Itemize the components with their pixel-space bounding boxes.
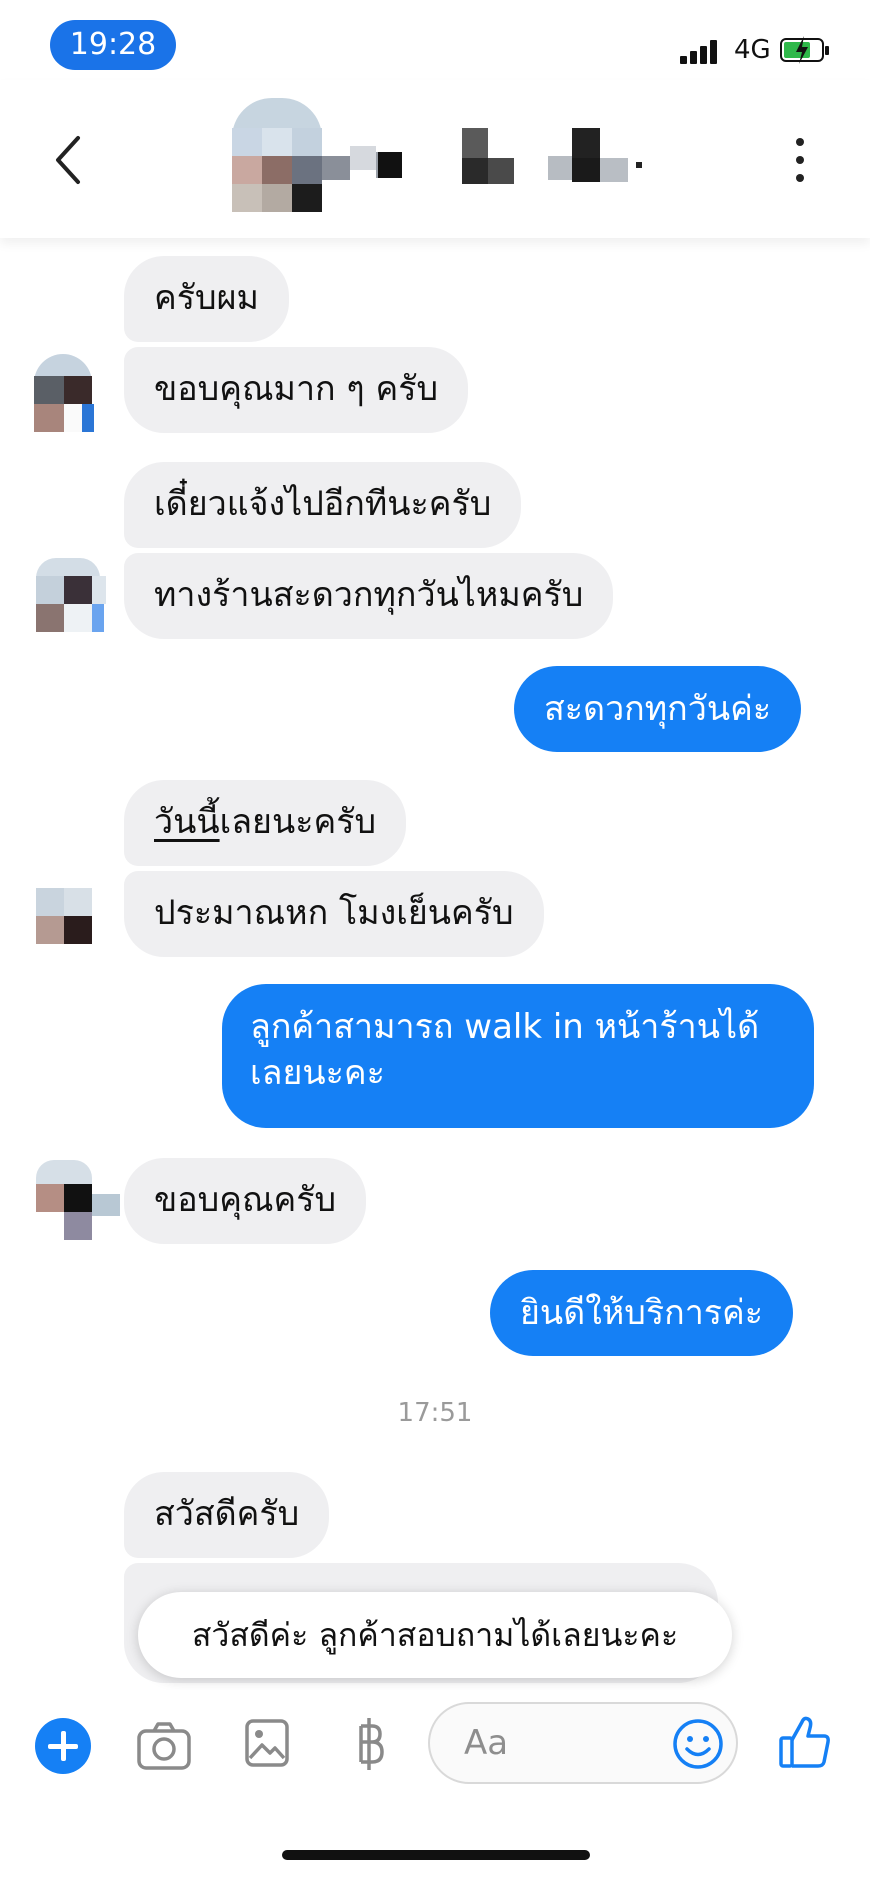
sender-avatar[interactable] <box>28 354 98 434</box>
battery-icon <box>780 36 829 64</box>
message-timestamp: 17:51 <box>397 1398 473 1428</box>
sender-avatar[interactable] <box>36 1160 120 1240</box>
incoming-message[interactable]: ประมาณหก โมงเย็นครับ <box>124 871 544 957</box>
camera-icon[interactable] <box>136 1720 192 1772</box>
chevron-left-icon[interactable] <box>48 130 88 190</box>
outgoing-message[interactable]: ยินดีให้บริการค่ะ <box>490 1270 794 1356</box>
quick-reply-suggestion[interactable]: สวัสดีค่ะ ลูกค้าสอบถามได้เลยนะคะ <box>138 1592 732 1678</box>
more-vertical-icon[interactable] <box>790 132 810 188</box>
sender-avatar[interactable] <box>36 558 106 638</box>
network-type: 4G <box>734 35 771 65</box>
home-indicator <box>282 1850 590 1860</box>
plus-icon[interactable] <box>35 1718 91 1774</box>
signal-icon <box>680 38 724 64</box>
thumbs-up-icon[interactable] <box>778 1714 832 1770</box>
chat-header <box>0 80 870 238</box>
incoming-message[interactable]: สวัสดีครับ <box>124 1472 330 1558</box>
image-icon[interactable] <box>244 1718 290 1768</box>
incoming-message[interactable]: เดี๋ยวแจ้งไปอีกทีนะครับ <box>124 462 522 548</box>
incoming-message[interactable]: ทางร้านสะดวกทุกวันไหมครับ <box>124 553 614 639</box>
outgoing-message[interactable]: ลูกค้าสามารถ walk in หน้าร้านได้เลยนะคะ <box>222 984 814 1128</box>
outgoing-message[interactable]: สะดวกทุกวันค่ะ <box>514 666 802 752</box>
underlined-word: วันนี้ <box>154 802 220 842</box>
incoming-message[interactable]: ครับผม <box>124 256 289 342</box>
message-input[interactable]: Aa <box>428 1702 738 1784</box>
message-composer: Aa <box>0 1690 870 1800</box>
baht-icon[interactable] <box>352 1714 388 1774</box>
sender-avatar[interactable] <box>36 888 106 968</box>
incoming-message[interactable]: วันนี้เลยนะครับ <box>124 780 407 866</box>
message-input-placeholder: Aa <box>464 1723 509 1763</box>
incoming-message[interactable]: ขอบคุณครับ <box>124 1158 367 1244</box>
incoming-message[interactable]: ขอบคุณมาก ๆ ครับ <box>124 347 469 433</box>
status-time: 19:28 <box>50 20 176 70</box>
emoji-icon[interactable] <box>672 1718 724 1770</box>
